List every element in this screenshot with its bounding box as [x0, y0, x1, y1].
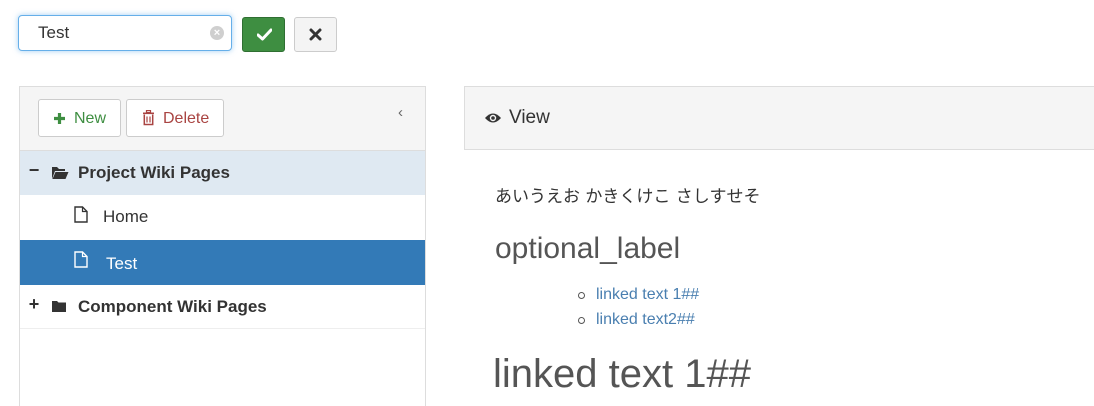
- clear-input-icon[interactable]: ×: [210, 26, 224, 40]
- times-icon: [309, 28, 322, 41]
- new-page-button[interactable]: New: [38, 99, 121, 137]
- view-title: View: [509, 107, 550, 128]
- content-paragraph: あいうえお かきくけこ さしすせそ: [495, 187, 761, 207]
- file-icon: [74, 206, 88, 223]
- content-link[interactable]: linked text 1##: [577, 282, 699, 307]
- tree-node-component-wiki-pages[interactable]: + Component Wiki Pages: [20, 285, 425, 329]
- confirm-button[interactable]: [242, 17, 285, 52]
- tree-toolbar: New Delete ‹: [20, 87, 425, 151]
- content-link-list: linked text 1## linked text2##: [577, 282, 699, 332]
- tree-node-label: Home: [103, 207, 149, 226]
- collapse-sidebar-icon[interactable]: ‹: [398, 105, 410, 121]
- tree-node-label: Project Wiki Pages: [78, 163, 230, 182]
- folder-open-icon: [52, 167, 69, 179]
- view-tab-header[interactable]: View: [464, 86, 1094, 150]
- tree-node-label: Component Wiki Pages: [78, 297, 267, 316]
- tree-node-label: Test: [106, 254, 138, 273]
- page-title-editor: ×: [18, 15, 232, 51]
- trash-icon: [143, 110, 154, 126]
- content-heading-1: linked text 1##: [493, 352, 751, 396]
- tree-node-test-selected[interactable]: Test: [20, 240, 425, 285]
- eye-icon: [485, 113, 501, 123]
- file-icon: [74, 251, 88, 268]
- wiki-tree-panel: New Delete ‹ − Project Wiki Pages Home T…: [19, 86, 426, 406]
- page-title-input[interactable]: [19, 16, 218, 50]
- new-button-label: New: [74, 110, 107, 127]
- tree-node-project-wiki-pages[interactable]: − Project Wiki Pages: [20, 151, 425, 195]
- expand-node-icon[interactable]: +: [28, 294, 40, 315]
- collapse-node-icon[interactable]: −: [28, 160, 40, 181]
- delete-button-label: Delete: [163, 110, 210, 127]
- content-heading-2: optional_label: [495, 232, 681, 265]
- cancel-button[interactable]: [294, 17, 337, 52]
- delete-page-button[interactable]: Delete: [126, 99, 224, 137]
- tree-node-home[interactable]: Home: [20, 195, 425, 240]
- check-icon: [257, 28, 272, 41]
- plus-icon: [54, 113, 65, 124]
- content-link[interactable]: linked text2##: [577, 307, 699, 332]
- folder-icon: [52, 301, 66, 312]
